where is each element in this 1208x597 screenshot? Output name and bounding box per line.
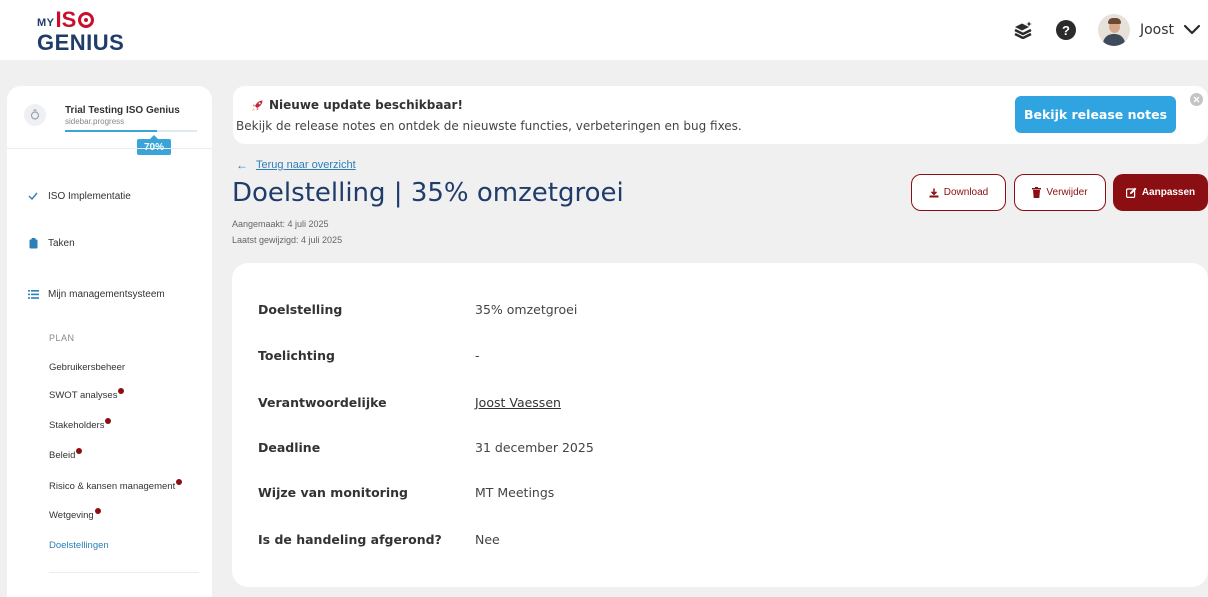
header-actions: ? Joost [1012,12,1208,48]
sidebar: Trial Testing ISO Genius sidebar.progres… [7,86,212,597]
rocket-icon [251,99,264,112]
back-link-text: Terug naar overzicht [256,159,356,171]
detail-value-toelichting: - [475,348,480,363]
notification-dot [176,479,183,485]
sidebar-item-label: Doelstellingen [49,540,109,551]
banner-title: Nieuwe update beschikbaar! [251,98,463,112]
detail-value-monitoring: MT Meetings [475,485,555,500]
download-label: Download [943,187,989,198]
notification-dot [94,508,101,514]
notification-dot [105,418,112,424]
sidebar-item-iso-implementatie[interactable]: ISO Implementatie [26,189,131,203]
download-button[interactable]: Download [911,174,1006,211]
sidebar-item-label: Mijn managementsysteem [48,288,165,300]
organization-name: Trial Testing ISO Genius [65,105,180,116]
update-banner: Nieuwe update beschikbaar! Bekijk de rel… [233,86,1208,144]
trash-icon [1032,187,1042,198]
detail-label-monitoring: Wijze van monitoring [258,485,408,500]
notification-dot [76,448,83,454]
sidebar-item-label: Taken [48,237,75,249]
my-iso-genius-logo[interactable]: MY IS GENIUS [37,9,124,54]
close-icon[interactable] [1190,93,1203,106]
detail-value-afgerond: Nee [475,532,500,547]
sidebar-item-stakeholders[interactable]: Stakeholders [49,418,112,431]
detail-label-afgerond: Is de handeling afgerond? [258,532,442,547]
detail-value-deadline: 31 december 2025 [475,440,594,455]
detail-label-deadline: Deadline [258,440,321,455]
divider [49,572,199,573]
progress-bar [65,130,197,132]
sidebar-item-taken[interactable]: Taken [26,236,75,250]
divider [7,148,212,149]
modified-date: Laatst gewijzigd: 4 juli 2025 [232,235,343,245]
delete-label: Verwijder [1046,187,1088,198]
sidebar-item-label: Stakeholders [49,420,105,431]
detail-value-verantwoordelijke[interactable]: Joost Vaessen [475,395,561,410]
sidebar-item-doelstellingen[interactable]: Doelstellingen [49,540,109,551]
detail-value-doelstelling: 35% omzetgroei [475,302,578,317]
layers-icon[interactable] [1012,19,1034,41]
detail-label-toelichting: Toelichting [258,348,335,363]
created-date: Aangemaakt: 4 juli 2025 [232,219,329,229]
progress-fill [65,130,158,132]
sidebar-item-wetgeving[interactable]: Wetgeving [49,508,101,521]
detail-label-verantwoordelijke: Verantwoordelijke [258,395,387,410]
download-icon [929,188,939,198]
detail-label-doelstelling: Doelstelling [258,302,343,317]
logo-target-icon [78,12,95,28]
sidebar-item-risico-kansen[interactable]: Risico & kansen management [49,479,183,492]
sidebar-item-label: ISO Implementatie [48,190,131,202]
edit-label: Aanpassen [1141,187,1196,198]
sidebar-item-beleid[interactable]: Beleid [49,448,83,461]
page-title: Doelstelling | 35% omzetgroei [232,178,624,208]
top-header: MY IS GENIUS ? Joost [0,0,1208,60]
sidebar-item-label: Beleid [49,450,76,461]
arrow-left-icon: ← [236,158,248,172]
organization-subtitle: sidebar.progress [65,117,125,126]
sidebar-item-label: Wetgeving [49,510,94,521]
logo-iso-text: IS [56,9,95,31]
user-name[interactable]: Joost [1140,22,1174,38]
delete-button[interactable]: Verwijder [1014,174,1106,211]
sidebar-item-label: Risico & kansen management [49,481,176,492]
logo-genius-text: GENIUS [37,30,125,55]
edit-button[interactable]: Aanpassen [1113,174,1208,211]
organization-icon [24,104,46,126]
notification-dot [118,388,125,394]
sidebar-item-gebruikersbeheer[interactable]: Gebruikersbeheer [49,362,125,373]
detail-card: Doelstelling 35% omzetgroei Toelichting … [232,263,1208,587]
banner-description: Bekijk de release notes en ontdek de nie… [236,119,742,133]
help-icon[interactable]: ? [1055,20,1076,40]
sidebar-item-label: SWOT analyses [49,390,118,401]
section-label-plan: PLAN [49,333,75,343]
sidebar-item-mijn-managementsysteem[interactable]: Mijn managementsysteem [26,287,165,301]
avatar[interactable] [1097,14,1130,46]
sidebar-item-label: Gebruikersbeheer [49,362,126,373]
clipboard-icon [26,236,40,250]
release-notes-button[interactable]: Bekijk release notes [1015,96,1176,133]
sidebar-item-swot-analyses[interactable]: SWOT analyses [49,388,125,401]
banner-title-text: Nieuwe update beschikbaar! [269,98,463,112]
list-icon [26,287,40,301]
back-link[interactable]: ← Terug naar overzicht [236,158,356,172]
progress-badge: 70% [137,135,171,155]
logo-my-text: MY [37,17,55,29]
chevron-down-icon[interactable] [1180,18,1204,42]
check-icon [26,189,40,203]
edit-icon [1125,187,1137,198]
